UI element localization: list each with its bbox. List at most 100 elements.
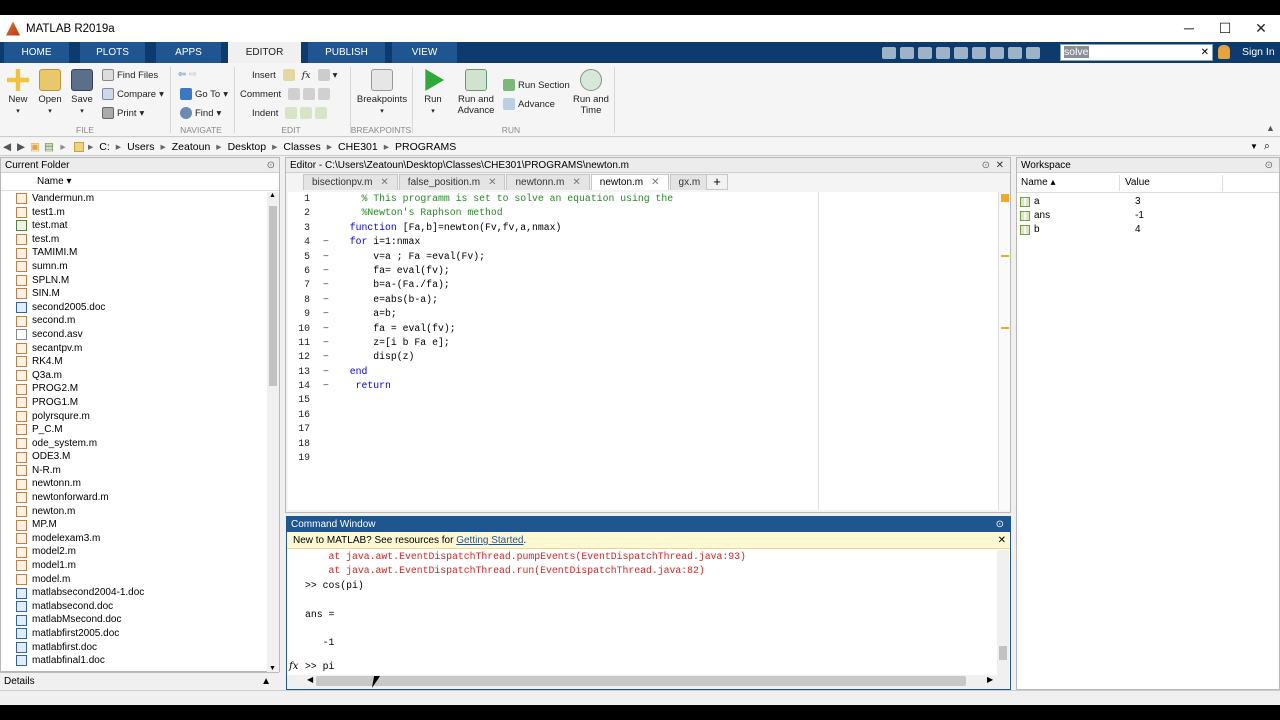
notification-bell-icon[interactable] <box>1218 45 1230 59</box>
file-list-item[interactable]: polyrsqure.m <box>16 410 266 424</box>
scroll-down-icon[interactable]: ▼ <box>269 665 276 672</box>
undo-quick-icon[interactable] <box>954 46 968 59</box>
paste-quick-icon[interactable] <box>936 46 950 59</box>
command-prompt-input[interactable]: >> pi <box>305 661 334 672</box>
tab-view[interactable]: VIEW <box>392 42 458 63</box>
code-line[interactable]: v=a ; Fa =eval(Fv); <box>338 250 673 264</box>
file-list-item[interactable]: PROG2.M <box>16 382 266 396</box>
insert-button[interactable]: Insert fx ▾ <box>252 69 337 81</box>
breadcrumb-che301[interactable]: CHE301 <box>338 141 378 153</box>
file-list-item[interactable]: newtonn.m <box>16 477 266 491</box>
folder-scrollbar[interactable]: ▲ ▼ <box>267 192 279 672</box>
breakpoint-marker[interactable] <box>314 192 338 206</box>
new-button[interactable]: New ▾ <box>6 69 30 116</box>
scroll-left-icon[interactable]: ◀ <box>307 675 313 684</box>
code-line[interactable]: return <box>338 379 673 393</box>
file-list-item[interactable]: SIN.M <box>16 287 266 301</box>
details-panel[interactable]: Details ▲ <box>0 672 279 689</box>
tab-editor[interactable]: EDITOR <box>228 42 302 63</box>
documentation-search-input[interactable]: solve ✕ <box>1060 44 1213 61</box>
close-tab-icon[interactable]: ✕ <box>651 177 659 188</box>
up-folder-icon[interactable]: ▣ <box>28 141 42 153</box>
code-editor[interactable]: 1 2 3 4 5 6 7 8 9 10 11 12 13 14 15 16 17 18 19 − − − − − − − − − −… <box>288 192 1010 510</box>
file-list-item[interactable]: Vandermun.m <box>16 192 266 206</box>
indent-button[interactable]: Indent <box>252 107 328 119</box>
panel-actions-icon[interactable]: ⊙ <box>267 158 275 173</box>
column-header-name[interactable]: Name ▾ <box>1 173 279 191</box>
browse-folder-icon[interactable]: ▤ <box>42 141 56 153</box>
file-list-item[interactable]: N-R.m <box>16 464 266 478</box>
close-window-button[interactable]: ✕ <box>1244 15 1278 42</box>
breakpoint-marker[interactable]: − <box>314 336 338 350</box>
code-line[interactable] <box>338 437 673 451</box>
workspace-variable-row[interactable]: a3 <box>1017 195 1279 209</box>
code-line[interactable]: % This programm is set to solve an equat… <box>338 192 674 206</box>
breakpoint-marker[interactable] <box>314 393 338 407</box>
code-line[interactable]: end <box>338 365 673 379</box>
breakpoint-marker[interactable]: − <box>314 365 338 379</box>
code-line[interactable]: for i=1:nmax <box>338 235 673 249</box>
file-list-item[interactable]: matlabfirst2005.doc <box>16 627 266 641</box>
tab-plots[interactable]: PLOTS <box>80 42 146 63</box>
file-list-item[interactable]: sumn.m <box>16 260 266 274</box>
code-line[interactable] <box>338 451 673 465</box>
scroll-right-icon[interactable]: ▶ <box>987 675 993 684</box>
advance-button[interactable]: Advance <box>503 98 555 110</box>
find-button[interactable]: Find ▾ <box>180 107 221 119</box>
back-forward-nav[interactable]: ⇦ ⇨ <box>178 69 197 80</box>
workspace-actions-icon[interactable]: ⊙ <box>1265 158 1273 173</box>
breadcrumb-users[interactable]: Users <box>127 141 154 153</box>
breakpoint-marker[interactable] <box>314 422 338 436</box>
editor-tab[interactable]: false_position.m ✕ <box>398 174 506 190</box>
address-dropdown-icon[interactable]: ▼ <box>1250 142 1258 151</box>
file-list-item[interactable]: newton.m <box>16 505 266 519</box>
editor-tab[interactable]: newtonn.m ✕ <box>506 174 590 190</box>
file-list-item[interactable]: matlabsecond2004-1.doc <box>16 586 266 600</box>
file-list-item[interactable]: RK4.M <box>16 355 266 369</box>
code-line[interactable] <box>338 393 673 407</box>
breakpoint-marker[interactable]: − <box>314 235 338 249</box>
code-line[interactable]: e=abs(b-a); <box>338 293 673 307</box>
file-list-item[interactable]: newtonforward.m <box>16 491 266 505</box>
file-list-item[interactable]: model1.m <box>16 559 266 573</box>
file-list-item[interactable]: modelexam3.m <box>16 532 266 546</box>
open-button[interactable]: Open ▾ <box>38 69 62 116</box>
warning-marker[interactable] <box>1001 255 1009 257</box>
insert-function-icon[interactable]: fx <box>302 70 311 81</box>
code-analyzer-status-icon[interactable] <box>1001 194 1009 202</box>
new-tab-plus-icon[interactable]: + <box>706 174 728 190</box>
folder-scrollbar-thumb[interactable] <box>269 206 277 386</box>
code-line[interactable] <box>338 422 673 436</box>
print-button[interactable]: Print ▾ <box>102 107 144 119</box>
maximize-button[interactable]: ☐ <box>1208 15 1242 42</box>
breakpoint-marker[interactable] <box>314 437 338 451</box>
breadcrumb-classes[interactable]: Classes <box>283 141 320 153</box>
comment-button[interactable]: Comment <box>240 88 331 100</box>
breakpoint-marker[interactable] <box>314 408 338 422</box>
go-to-button[interactable]: Go To ▾ <box>180 88 228 100</box>
save-quick-icon[interactable] <box>882 46 896 59</box>
save-button[interactable]: Save ▾ <box>70 69 94 116</box>
workspace-col-name[interactable]: Name ▴ <box>1021 173 1055 193</box>
tab-publish[interactable]: PUBLISH <box>308 42 386 63</box>
file-list-item[interactable]: SPLN.M <box>16 274 266 288</box>
breakpoint-marker[interactable] <box>314 451 338 465</box>
file-list-item[interactable]: MP.M <box>16 518 266 532</box>
code-line[interactable]: %Newton's Raphson method <box>338 206 673 220</box>
breakpoint-marker[interactable] <box>314 206 338 220</box>
editor-actions-icon[interactable]: ⊙ <box>982 158 990 173</box>
workspace-variable-row[interactable]: b4 <box>1017 223 1279 237</box>
breadcrumb-programs[interactable]: PROGRAMS <box>395 141 456 153</box>
code-line[interactable]: fa= eval(fv); <box>338 264 673 278</box>
getting-started-link[interactable]: Getting Started <box>456 535 523 546</box>
file-list-item[interactable]: matlabsecond.doc <box>16 600 266 614</box>
breakpoint-marker[interactable]: − <box>314 278 338 292</box>
command-output[interactable]: at java.awt.EventDispatchThread.pumpEven… <box>305 550 746 651</box>
breakpoint-marker[interactable]: − <box>314 379 338 393</box>
tab-home[interactable]: HOME <box>4 42 70 63</box>
code-line[interactable]: a=b; <box>338 307 673 321</box>
code-lines[interactable]: % This programm is set to solve an equat… <box>338 192 673 465</box>
scroll-up-icon[interactable]: ▲ <box>269 192 276 199</box>
tab-apps[interactable]: APPS <box>156 42 222 63</box>
breakpoints-button[interactable]: Breakpoints ▾ <box>356 69 408 116</box>
